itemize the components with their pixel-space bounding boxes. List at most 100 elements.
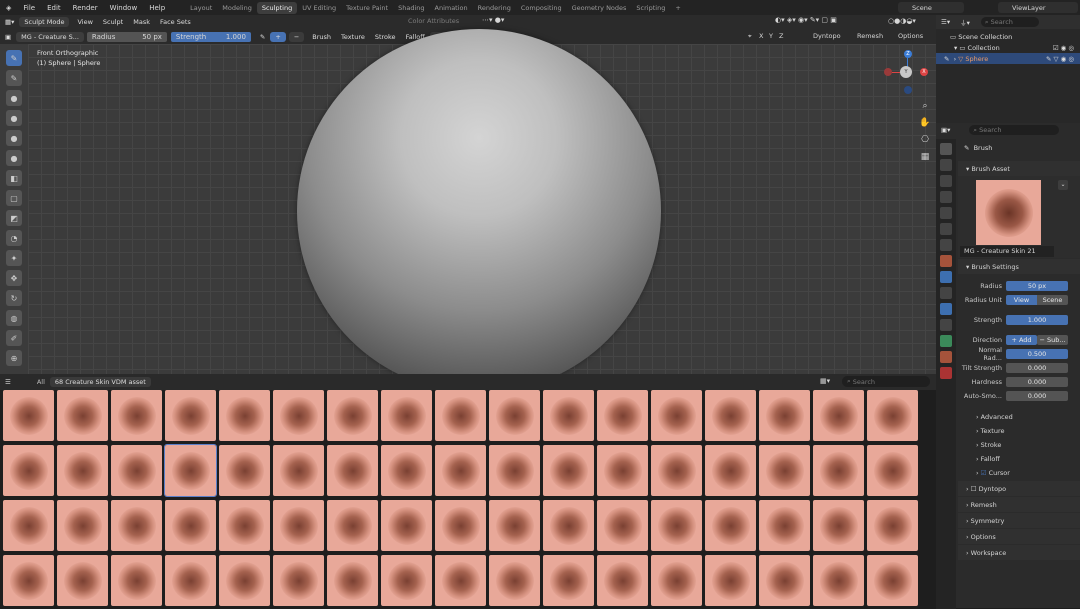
draw-brush-icon[interactable]: ✎	[6, 50, 22, 66]
asset-tile[interactable]	[381, 555, 432, 606]
asset-tile[interactable]	[759, 445, 810, 496]
panel-workspace[interactable]: › Workspace	[958, 545, 1080, 560]
asset-tile[interactable]	[813, 500, 864, 551]
tab-sculpting[interactable]: Sculpting	[256, 1, 298, 14]
pan-hand-icon[interactable]: ✋	[918, 115, 932, 132]
display-options-icon[interactable]: ▦▾	[820, 377, 830, 385]
asset-tile[interactable]	[705, 390, 756, 441]
tab-modeling[interactable]: Modeling	[217, 2, 257, 14]
asset-tile[interactable]	[651, 500, 702, 551]
asset-tile[interactable]	[435, 500, 486, 551]
asset-tile[interactable]	[651, 445, 702, 496]
asset-tile[interactable]	[867, 555, 918, 606]
asset-tile[interactable]	[489, 445, 540, 496]
gizmo-neg-z[interactable]	[904, 86, 912, 94]
hardness-field[interactable]: 0.000	[1006, 377, 1068, 387]
radius-unit-scene-button[interactable]: Scene	[1037, 295, 1068, 305]
rotate-icon[interactable]: ↻	[6, 290, 22, 306]
asset-tile[interactable]	[273, 555, 324, 606]
asset-tile[interactable]	[489, 390, 540, 441]
radius-unit-view-button[interactable]: View	[1006, 295, 1037, 305]
dyntopo-toggle[interactable]: Dyntopo	[813, 32, 841, 40]
radius-field[interactable]: Radius 50 px	[86, 31, 167, 42]
asset-tile[interactable]	[111, 500, 162, 551]
asset-tile[interactable]	[327, 390, 378, 441]
menu-edit[interactable]: Edit	[41, 4, 67, 12]
catalog-all[interactable]: All	[32, 377, 50, 387]
tab-scripting[interactable]: Scripting	[631, 2, 670, 14]
zoom-icon[interactable]: ⌕	[918, 98, 932, 115]
asset-tile[interactable]	[489, 555, 540, 606]
asset-tile[interactable]	[111, 445, 162, 496]
tab-rendering[interactable]: Rendering	[473, 2, 516, 14]
tab-geometry-nodes[interactable]: Geometry Nodes	[567, 2, 632, 14]
data-tab-icon[interactable]	[940, 335, 952, 347]
brush-menu-icon[interactable]: ⌄	[1058, 180, 1068, 190]
strength-field[interactable]: Strength 1.000	[170, 31, 251, 42]
menu-mask[interactable]: Mask	[128, 17, 155, 27]
tab-compositing[interactable]: Compositing	[516, 2, 567, 14]
outliner-sphere[interactable]: ✎ › ▽ Sphere ✎ ▽ ◉ ◎	[936, 53, 1080, 64]
asset-tile[interactable]	[219, 555, 270, 606]
asset-tile[interactable]	[273, 390, 324, 441]
brush-selector[interactable]: MG - Creature S...	[16, 31, 84, 42]
subpanel-falloff[interactable]: › Falloff	[958, 452, 1080, 466]
constraints-tab-icon[interactable]	[940, 319, 952, 331]
direction-sub-button[interactable]: −	[288, 31, 305, 42]
asset-tile[interactable]	[867, 500, 918, 551]
mode-selector[interactable]: Sculpt Mode	[19, 17, 70, 27]
prop-strength-field[interactable]: 1.000	[1006, 315, 1068, 325]
mesh-filter-icon[interactable]: ◔	[6, 230, 22, 246]
tab-layout[interactable]: Layout	[185, 2, 217, 14]
menu-texture[interactable]: Texture	[336, 32, 370, 42]
navigation-gizmo[interactable]: Z Y X	[880, 48, 932, 100]
scene-tab-icon[interactable]	[940, 207, 952, 219]
view-layer-tab-icon[interactable]	[940, 191, 952, 203]
asset-tile[interactable]	[3, 555, 54, 606]
asset-tile[interactable]	[651, 555, 702, 606]
grid-icon[interactable]: ▦	[918, 149, 932, 166]
cursor-checkbox-icon[interactable]: ☑	[981, 469, 989, 477]
asset-tile[interactable]	[57, 555, 108, 606]
asset-tile[interactable]	[381, 500, 432, 551]
outliner-search-input[interactable]: ⌕ Search	[980, 17, 1039, 27]
scene-selector[interactable]: Scene	[898, 2, 964, 13]
asset-tile[interactable]	[543, 390, 594, 441]
asset-tile[interactable]	[813, 555, 864, 606]
face-set-icon[interactable]: ◩	[6, 210, 22, 226]
asset-tile[interactable]	[164, 444, 217, 497]
asset-tile[interactable]	[867, 390, 918, 441]
menu-brush[interactable]: Brush	[307, 32, 336, 42]
asset-tile[interactable]	[543, 500, 594, 551]
asset-tile[interactable]	[111, 390, 162, 441]
asset-tile[interactable]	[111, 555, 162, 606]
visibility-icons[interactable]: ☑ ◉ ◎	[1053, 44, 1080, 52]
filter-icon[interactable]: ⏚▾	[955, 16, 975, 28]
asset-tile[interactable]	[651, 390, 702, 441]
brush-name[interactable]: MG - Creature Skin 21	[960, 246, 1054, 257]
gizmo-z-axis[interactable]: Z	[904, 50, 912, 58]
tool-tab-icon[interactable]	[940, 143, 952, 155]
editor-type-icon[interactable]: ▦▾	[0, 17, 19, 27]
asset-tile[interactable]	[327, 555, 378, 606]
axis-z-toggle[interactable]: Z	[779, 32, 783, 40]
asset-tile[interactable]	[759, 555, 810, 606]
asset-tile[interactable]	[273, 445, 324, 496]
shading-modes-icon[interactable]: ○●◑◒▾	[888, 17, 916, 25]
smooth-brush-icon[interactable]: ●	[6, 130, 22, 146]
asset-tile[interactable]	[165, 555, 216, 606]
clay-brush-icon[interactable]: ●	[6, 90, 22, 106]
physics-tab-icon[interactable]	[940, 303, 952, 315]
tab-texture-paint[interactable]: Texture Paint	[341, 2, 393, 14]
object-tab-icon[interactable]	[940, 255, 952, 267]
move-icon[interactable]: ✥	[6, 270, 22, 286]
asset-tile[interactable]	[705, 500, 756, 551]
asset-tile[interactable]	[597, 390, 648, 441]
prop-radius-field[interactable]: 50 px	[1006, 281, 1068, 291]
brush-preview-thumbnail[interactable]	[976, 180, 1041, 245]
view-layer-selector[interactable]: ViewLayer	[998, 2, 1078, 13]
asset-tile[interactable]	[759, 390, 810, 441]
asset-tile[interactable]	[435, 390, 486, 441]
gizmo-y-axis[interactable]: Y	[900, 66, 912, 78]
menu-render[interactable]: Render	[67, 4, 104, 12]
